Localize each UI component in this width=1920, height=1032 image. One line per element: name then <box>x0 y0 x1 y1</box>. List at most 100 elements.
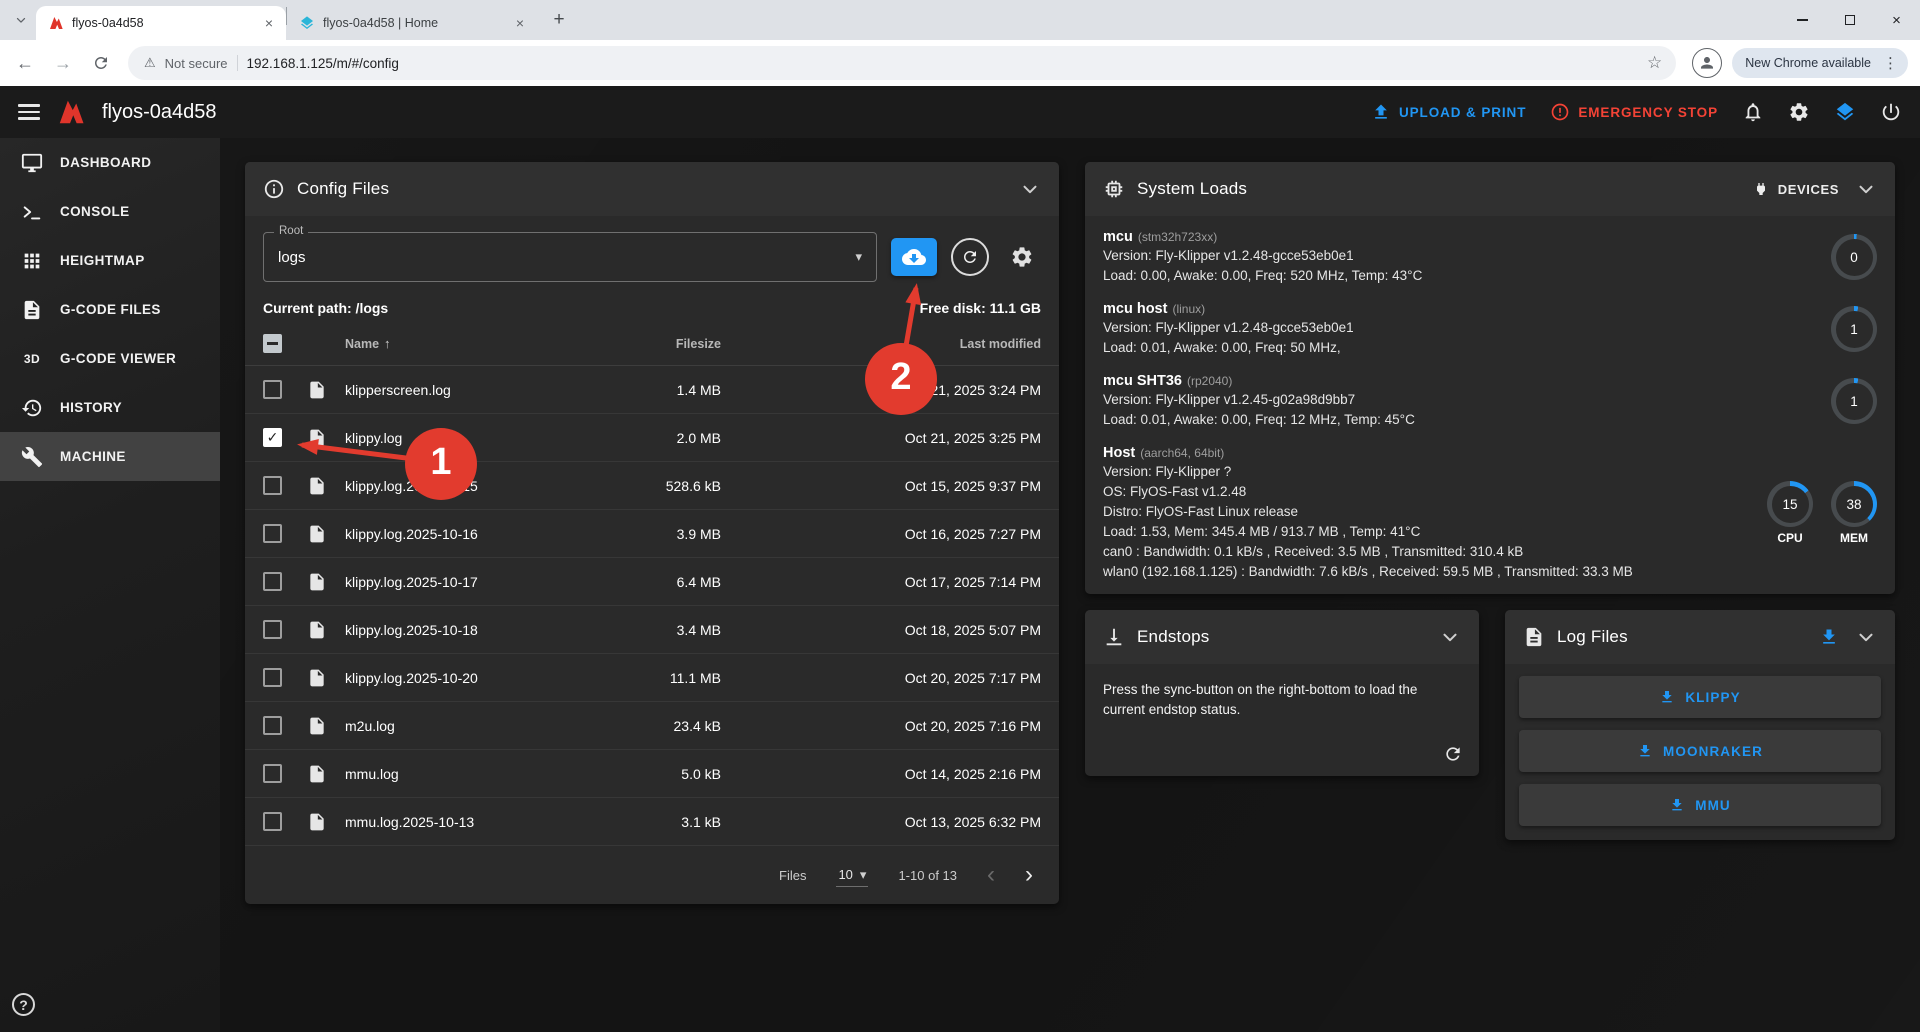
root-select[interactable]: Root logs ▾ <box>263 232 877 282</box>
window-close-button[interactable]: × <box>1873 0 1920 40</box>
log-files-card: Log Files KLIPPY MOONRAKER MMU <box>1505 610 1895 840</box>
upload-icon <box>1371 102 1391 122</box>
file-settings-button[interactable] <box>1003 238 1041 276</box>
system-loads-title: System Loads <box>1137 179 1247 199</box>
table-row[interactable]: mmu.log 5.0 kB Oct 14, 2025 2:16 PM <box>245 750 1059 798</box>
column-name[interactable]: Name↑ <box>345 336 601 351</box>
url-bar[interactable]: ⚠ Not secure 192.168.1.125/m/#/config ☆ <box>128 46 1676 80</box>
host-load-line: Load: 1.53, Mem: 345.4 MB / 913.7 MB , T… <box>1103 522 1749 542</box>
row-checkbox[interactable] <box>263 812 282 831</box>
row-checkbox[interactable] <box>263 668 282 687</box>
sort-asc-icon: ↑ <box>384 336 391 351</box>
mcu-name: mcu SHT36 <box>1103 373 1182 389</box>
download-icon <box>1637 743 1653 759</box>
row-checkbox[interactable] <box>263 764 282 783</box>
sidebar-item-machine[interactable]: MACHINE <box>0 432 220 481</box>
per-page-select[interactable]: 10 ▾ <box>836 864 868 887</box>
sidebar-item-history[interactable]: HISTORY <box>0 383 220 432</box>
devices-button[interactable]: DEVICES <box>1753 181 1839 197</box>
table-row[interactable]: klippy.log.2025-10-16 3.9 MB Oct 16, 202… <box>245 510 1059 558</box>
fluidd-favicon-icon <box>299 15 315 31</box>
table-row[interactable]: klippy.log 2.0 MB Oct 21, 2025 3:25 PM <box>245 414 1059 462</box>
refresh-button[interactable] <box>951 238 989 276</box>
file-size: 5.0 kB <box>601 766 721 782</box>
file-size: 3.4 MB <box>601 622 721 638</box>
tab-close-icon[interactable]: × <box>260 14 278 32</box>
tab-close-icon[interactable]: × <box>511 14 529 32</box>
settings-gear-icon[interactable] <box>1788 101 1810 123</box>
window-maximize-button[interactable] <box>1826 0 1873 40</box>
download-moonraker-log-button[interactable]: MOONRAKER <box>1519 730 1881 772</box>
row-checkbox[interactable] <box>263 524 282 543</box>
download-all-logs-icon[interactable] <box>1819 627 1839 647</box>
row-checkbox[interactable] <box>263 380 282 399</box>
select-all-checkbox[interactable] <box>263 334 282 353</box>
menu-hamburger-icon[interactable] <box>18 104 40 119</box>
security-label[interactable]: Not secure <box>165 56 228 71</box>
back-button[interactable]: ← <box>8 46 42 80</box>
gear-icon <box>1010 245 1034 269</box>
prev-page-button[interactable]: ‹ <box>987 863 995 887</box>
sidebar-item-heightmap[interactable]: HEIGHTMAP <box>0 236 220 285</box>
file-modified: Oct 14, 2025 2:16 PM <box>871 766 1041 782</box>
download-klippy-log-button[interactable]: KLIPPY <box>1519 676 1881 718</box>
sidebar-item-gcode-files[interactable]: G-CODE FILES <box>0 285 220 334</box>
profile-avatar[interactable] <box>1692 48 1722 78</box>
file-size: 6.4 MB <box>601 574 721 590</box>
theme-layers-icon[interactable] <box>1834 101 1856 123</box>
sidebar-item-gcode-viewer[interactable]: 3D G-CODE VIEWER <box>0 334 220 383</box>
collapse-chevron-icon[interactable] <box>1439 626 1461 648</box>
download-mmu-log-button[interactable]: MMU <box>1519 784 1881 826</box>
endstop-sync-button[interactable] <box>1443 744 1463 764</box>
host-version-line: Version: Fly-Klipper ? <box>1103 462 1749 482</box>
sidebar-item-console[interactable]: CONSOLE <box>0 187 220 236</box>
browser-tab-active[interactable]: flyos-0a4d58 × <box>36 6 286 40</box>
help-button[interactable]: ? <box>12 993 35 1016</box>
column-last-modified[interactable]: Last modified <box>871 337 1041 351</box>
power-icon[interactable] <box>1880 101 1902 123</box>
file-size: 11.1 MB <box>601 670 721 686</box>
url-text[interactable]: 192.168.1.125/m/#/config <box>247 56 1634 71</box>
table-row[interactable]: klippy.log.2025-10-17 6.4 MB Oct 17, 202… <box>245 558 1059 606</box>
file-icon <box>307 524 327 544</box>
file-modified: Oct 20, 2025 7:17 PM <box>871 670 1041 686</box>
download-logs-button[interactable] <box>891 238 937 276</box>
row-checkbox-checked[interactable] <box>263 428 282 447</box>
browser-menu-icon[interactable]: ⋮ <box>1879 54 1902 72</box>
console-icon <box>21 201 43 223</box>
next-page-button[interactable]: › <box>1025 863 1033 887</box>
table-row[interactable]: m2u.log 23.4 kB Oct 20, 2025 7:16 PM <box>245 702 1059 750</box>
row-checkbox[interactable] <box>263 620 282 639</box>
window-minimize-button[interactable] <box>1779 0 1826 40</box>
sidebar-item-dashboard[interactable]: DASHBOARD <box>0 138 220 187</box>
upload-print-button[interactable]: UPLOAD & PRINT <box>1371 102 1526 122</box>
collapse-chevron-icon[interactable] <box>1855 626 1877 648</box>
forward-button[interactable]: → <box>46 46 80 80</box>
row-checkbox[interactable] <box>263 476 282 495</box>
browser-tab-home[interactable]: flyos-0a4d58 | Home × <box>287 6 537 40</box>
collapse-chevron-icon[interactable] <box>1855 178 1877 200</box>
collapse-chevron-icon[interactable] <box>1019 178 1041 200</box>
row-checkbox[interactable] <box>263 716 282 735</box>
table-row[interactable]: klipperscreen.log 1.4 MB Oct 21, 2025 3:… <box>245 366 1059 414</box>
table-row[interactable]: klippy.log.2025-10-15 528.6 kB Oct 15, 2… <box>245 462 1059 510</box>
bookmark-star-icon[interactable]: ☆ <box>1643 53 1666 73</box>
reload-button[interactable] <box>84 46 118 80</box>
log-files-title: Log Files <box>1557 627 1628 647</box>
file-name: klippy.log.2025-10-17 <box>345 574 601 590</box>
per-page-value: 10 <box>838 867 852 882</box>
chrome-update-button[interactable]: New Chrome available ⋮ <box>1732 48 1908 78</box>
system-loads-card: System Loads DEVICES mcu(stm32h723xx) Ve… <box>1085 162 1895 594</box>
table-header: Name↑ Filesize Last modified <box>245 322 1059 366</box>
table-row[interactable]: klippy.log.2025-10-18 3.4 MB Oct 18, 202… <box>245 606 1059 654</box>
mcu-load-gauge: 1 <box>1831 378 1877 424</box>
new-tab-button[interactable]: + <box>545 6 573 34</box>
column-filesize[interactable]: Filesize <box>601 337 721 351</box>
table-row[interactable]: klippy.log.2025-10-20 11.1 MB Oct 20, 20… <box>245 654 1059 702</box>
minimize-icon <box>1797 19 1808 20</box>
tab-list-chevron-icon[interactable] <box>8 7 34 33</box>
emergency-stop-button[interactable]: EMERGENCY STOP <box>1550 102 1718 122</box>
table-row[interactable]: mmu.log.2025-10-13 3.1 kB Oct 13, 2025 6… <box>245 798 1059 846</box>
notifications-bell-icon[interactable] <box>1742 101 1764 123</box>
row-checkbox[interactable] <box>263 572 282 591</box>
